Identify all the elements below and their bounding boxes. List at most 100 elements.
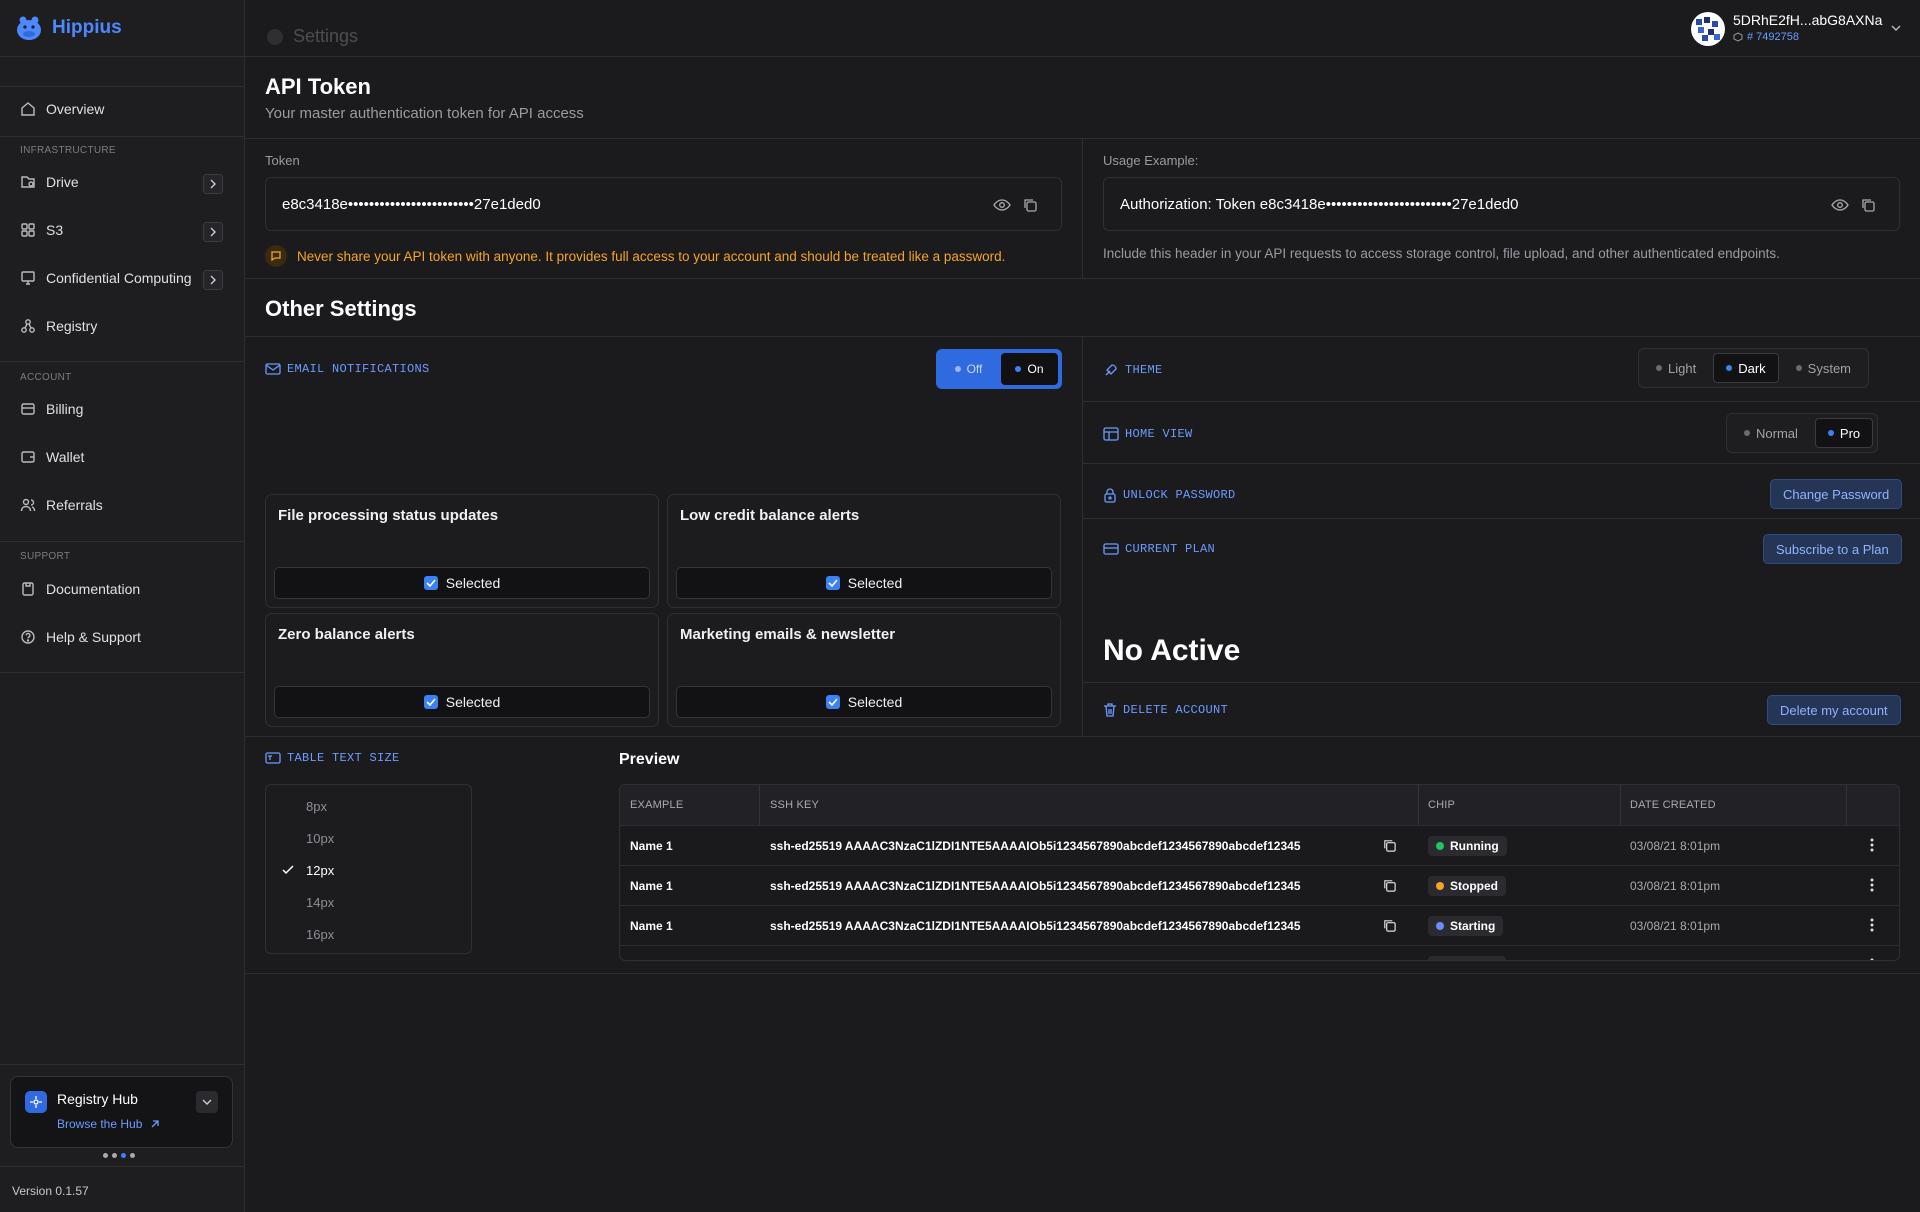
theme-option-light[interactable]: Light <box>1643 353 1709 383</box>
settings-icon <box>267 28 283 45</box>
column-header[interactable]: CHIP <box>1428 785 1455 825</box>
column-header[interactable]: SSH KEY <box>770 785 819 825</box>
toggle-on[interactable]: On <box>1001 353 1058 385</box>
sidebar-item-drive[interactable]: Drive <box>20 174 79 190</box>
sidebar-item-help[interactable]: Help & Support <box>20 629 141 645</box>
theme-option-dark[interactable]: Dark <box>1713 353 1779 383</box>
carousel-dot-active[interactable] <box>121 1153 126 1158</box>
brand[interactable]: Hippius <box>14 14 122 42</box>
table-row[interactable]: Name 1 ssh-ed25519 AAAAC3NzaC1lZDI1NTE5AA… <box>620 865 1899 905</box>
carousel-dots[interactable] <box>103 1153 135 1158</box>
status-chip: Starting <box>1428 916 1504 936</box>
notification-card[interactable]: Zero balance alerts Selected <box>265 613 659 727</box>
sidebar-item-confidential-computing[interactable]: Confidential Computing <box>20 270 192 286</box>
size-option[interactable]: 10px <box>266 822 471 854</box>
registry-icon <box>21 319 35 333</box>
cell-ssh-key: ssh-ed25519 AAAAC3NzaC1lZDI1NTE5AAAAIOb5… <box>770 919 1301 933</box>
home-view-selector[interactable]: Normal Pro <box>1726 413 1879 453</box>
copy-icon[interactable] <box>1382 958 1397 960</box>
delete-account-button[interactable]: Delete my account <box>1767 695 1901 725</box>
sidebar-item-overview[interactable]: Overview <box>20 101 104 117</box>
cell-name: Name 1 <box>630 839 673 853</box>
account-id: # 7492758 <box>1733 31 1799 43</box>
s3-expand-button[interactable] <box>203 222 223 242</box>
token-field[interactable]: e8c3418e••••••••••••••••••••••••27e1ded0 <box>265 177 1062 231</box>
more-vertical-icon[interactable] <box>1870 878 1874 897</box>
option-label: System <box>1807 360 1851 376</box>
eye-icon[interactable] <box>993 196 1011 214</box>
status-chip-label: Starting <box>1450 919 1496 933</box>
selected-button[interactable]: Selected <box>274 686 650 718</box>
chevron-right-icon <box>210 227 216 237</box>
more-vertical-icon[interactable] <box>1870 958 1874 960</box>
copy-icon[interactable] <box>1382 838 1397 858</box>
table-row[interactable]: Name 1 ssh-ed25519 AAAAC3NzaC1lZDI1NTE5AA… <box>620 905 1899 945</box>
change-password-button[interactable]: Change Password <box>1770 479 1903 509</box>
current-plan-heading: CURRENT PLAN <box>1103 542 1215 556</box>
column-header[interactable]: DATE CREATED <box>1630 785 1716 825</box>
more-vertical-icon[interactable] <box>1870 838 1874 857</box>
notification-card[interactable]: Marketing emails & newsletter Selected <box>667 613 1061 727</box>
theme-option-system[interactable]: System <box>1783 353 1864 383</box>
credit-card-icon <box>1103 543 1119 555</box>
home-view-option-pro[interactable]: Pro <box>1814 418 1874 448</box>
copy-icon[interactable] <box>1382 878 1397 898</box>
grid-icon <box>21 223 35 237</box>
theme-icon <box>1105 364 1117 376</box>
browse-hub-link[interactable]: Browse the Hub <box>57 1117 160 1131</box>
hub-collapse-button[interactable] <box>196 1091 218 1113</box>
hub-icon <box>25 1091 47 1113</box>
home-view-heading: HOME VIEW <box>1103 427 1193 441</box>
external-link-icon <box>151 1120 160 1128</box>
carousel-dot[interactable] <box>112 1153 117 1158</box>
sidebar-item-s3[interactable]: S3 <box>20 222 63 238</box>
unlock-password-label: UNLOCK PASSWORD <box>1123 488 1236 502</box>
column-header[interactable]: EXAMPLE <box>630 785 683 825</box>
wallet-icon <box>21 451 35 463</box>
size-option[interactable]: 16px <box>266 918 471 950</box>
carousel-dot[interactable] <box>103 1153 108 1158</box>
check-icon <box>282 865 294 875</box>
size-option-selected[interactable]: 12px <box>266 854 471 886</box>
size-option[interactable]: 8px <box>266 790 471 822</box>
table-row[interactable]: Name 1 ssh-ed25519 AAAAC3NzaC1lZDI1NTE5AA… <box>620 945 1899 960</box>
copy-icon[interactable] <box>1021 196 1039 214</box>
more-vertical-icon[interactable] <box>1870 918 1874 937</box>
sidebar-item-wallet[interactable]: Wallet <box>20 449 84 465</box>
text-size-list[interactable]: 8px 10px 12px 14px 16px <box>265 784 472 954</box>
toggle-on-label: On <box>1027 362 1044 376</box>
account-menu[interactable]: 5DRhE2fH...abG8AXNa # 7492758 <box>1691 12 1901 48</box>
email-toggle[interactable]: Off On <box>936 349 1062 389</box>
sidebar-item-billing[interactable]: Billing <box>20 401 83 417</box>
account-address: 5DRhE2fH...abG8AXNa <box>1733 12 1883 28</box>
eye-icon[interactable] <box>1831 196 1849 214</box>
page-title: Settings <box>293 26 359 46</box>
section-infrastructure: INFRASTRUCTURE <box>20 145 116 156</box>
main-content: Settings 5DRhE2fH...abG8AXNa # 7492758 A… <box>245 0 1920 1212</box>
usage-value: Authorization: Token e8c3418e•••••••••••… <box>1120 196 1519 213</box>
drive-expand-button[interactable] <box>203 174 223 194</box>
sidebar-item-documentation[interactable]: Documentation <box>20 581 140 597</box>
toggle-off[interactable]: Off <box>940 353 997 385</box>
table-row[interactable]: Name 1 ssh-ed25519 AAAAC3NzaC1lZDI1NTE5AA… <box>620 825 1899 865</box>
size-option[interactable]: 14px <box>266 886 471 918</box>
card-title: Zero balance alerts <box>278 626 415 643</box>
card-title: Marketing emails & newsletter <box>680 626 896 643</box>
confidential-expand-button[interactable] <box>203 270 223 290</box>
sidebar-item-referrals[interactable]: Referrals <box>20 497 103 513</box>
notification-card[interactable]: File processing status updates Selected <box>265 494 659 608</box>
home-view-option-normal[interactable]: Normal <box>1731 418 1811 448</box>
copy-icon[interactable] <box>1382 918 1397 938</box>
selected-button[interactable]: Selected <box>676 686 1052 718</box>
registry-hub-card[interactable]: Registry Hub Browse the Hub <box>10 1076 233 1148</box>
notification-card[interactable]: Low credit balance alerts Selected <box>667 494 1061 608</box>
carousel-dot[interactable] <box>130 1153 135 1158</box>
selected-button[interactable]: Selected <box>274 567 650 599</box>
copy-icon[interactable] <box>1859 196 1877 214</box>
usage-field[interactable]: Authorization: Token e8c3418e•••••••••••… <box>1103 177 1900 231</box>
subscribe-plan-button[interactable]: Subscribe to a Plan <box>1763 534 1902 564</box>
sidebar-item-registry[interactable]: Registry <box>20 318 97 334</box>
selected-button[interactable]: Selected <box>676 567 1052 599</box>
theme-selector[interactable]: Light Dark System <box>1638 348 1869 388</box>
layout-icon <box>1103 427 1119 441</box>
